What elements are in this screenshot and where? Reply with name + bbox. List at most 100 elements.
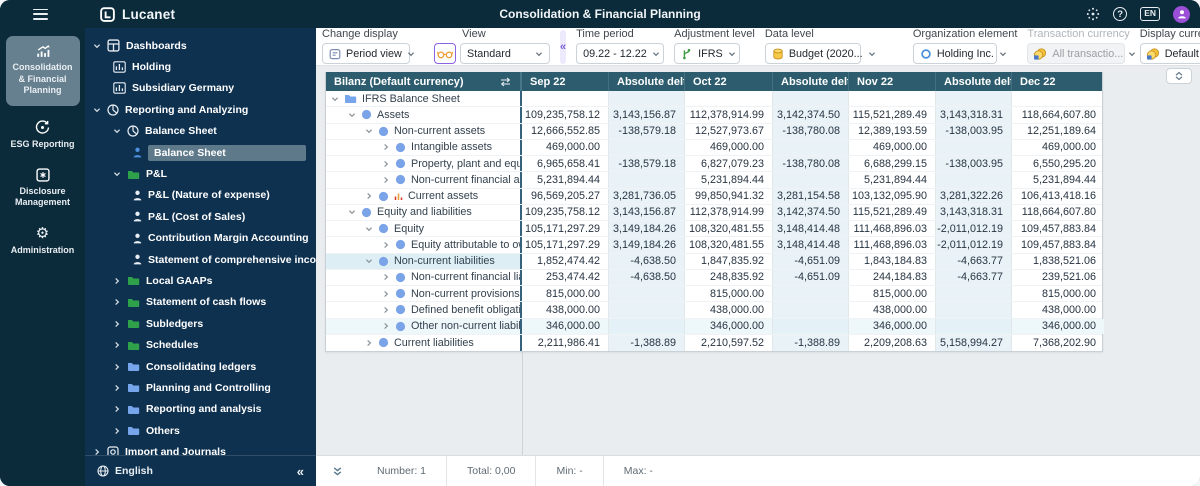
header-cell[interactable]: Oct 22 xyxy=(685,72,773,91)
statusbar-collapse-icon[interactable] xyxy=(316,466,357,477)
cell[interactable]: 5,158,994.27 xyxy=(936,335,1012,351)
chevron-icon[interactable] xyxy=(348,208,359,216)
cell[interactable]: 96,569,205.27 xyxy=(522,189,609,204)
chevron-icon[interactable] xyxy=(113,298,127,306)
chevron-icon[interactable] xyxy=(113,277,127,285)
cell[interactable]: -4,663.77 xyxy=(936,254,1012,269)
cell[interactable]: 3,281,736.05 xyxy=(609,189,685,204)
header-cell[interactable]: Dec 22 xyxy=(1012,72,1104,91)
cell[interactable]: 3,149,184.26 xyxy=(609,221,685,236)
cell[interactable]: 3,142,374.50 xyxy=(773,205,849,220)
chevron-icon[interactable] xyxy=(113,170,127,178)
cell[interactable] xyxy=(773,140,849,155)
cell[interactable]: 3,281,154.58 xyxy=(773,189,849,204)
cell[interactable] xyxy=(609,172,685,187)
cell[interactable] xyxy=(685,91,773,106)
cell[interactable]: 438,000.00 xyxy=(522,302,609,317)
tree-item[interactable]: Balance Sheet xyxy=(85,142,316,163)
cell[interactable]: 815,000.00 xyxy=(1012,286,1104,301)
tree-item[interactable]: Statement of comprehensive income xyxy=(85,249,316,270)
header-cell[interactable]: Absolute delta xyxy=(936,72,1012,91)
cell[interactable] xyxy=(609,319,685,334)
chevron-icon[interactable] xyxy=(382,143,393,151)
cell[interactable]: -138,003.95 xyxy=(936,124,1012,139)
cell[interactable]: 1,852,474.42 xyxy=(522,254,609,269)
chevron-icon[interactable] xyxy=(113,405,127,413)
tree-item[interactable]: Reporting and analysis xyxy=(85,399,316,420)
cell[interactable]: 106,413,418.16 xyxy=(1012,189,1104,204)
expand-collapse-button[interactable] xyxy=(1166,68,1192,84)
cell[interactable] xyxy=(609,140,685,155)
row-label-cell[interactable]: Equity and liabilities xyxy=(326,205,522,220)
cell[interactable] xyxy=(609,286,685,301)
table-row[interactable]: Assets 109,235,758.12 3,143,156.87 112,3… xyxy=(326,107,1102,123)
header-cell[interactable]: Nov 22 xyxy=(849,72,936,91)
table-row[interactable]: Defined benefit obligations 438,000.00 4… xyxy=(326,302,1102,318)
cell[interactable]: 6,965,658.41 xyxy=(522,156,609,171)
row-label-cell[interactable]: Other non-current liabilities xyxy=(326,319,522,334)
tree-item[interactable]: Subsidiary Germany xyxy=(85,78,316,99)
cell[interactable]: 5,231,894.44 xyxy=(849,172,936,187)
view-select[interactable]: Standard xyxy=(460,43,550,64)
cell[interactable]: 469,000.00 xyxy=(522,140,609,155)
cell[interactable]: 118,664,607.80 xyxy=(1012,107,1104,122)
avatar[interactable] xyxy=(1173,6,1190,23)
table-row[interactable]: Equity attributable to owner... 105,171,… xyxy=(326,237,1102,253)
row-label-cell[interactable]: Equity xyxy=(326,221,522,236)
header-cell[interactable]: Absolute delta xyxy=(773,72,849,91)
cell[interactable]: 12,666,552.85 xyxy=(522,124,609,139)
cell[interactable]: 6,688,299.15 xyxy=(849,156,936,171)
table-row[interactable]: Current assets 96,569,205.27 3,281,736.0… xyxy=(326,189,1102,205)
cell[interactable]: 3,281,322.26 xyxy=(936,189,1012,204)
table-row[interactable]: Non-current financial assets 5,231,894.4… xyxy=(326,172,1102,188)
cell[interactable]: 109,235,758.12 xyxy=(522,107,609,122)
chevron-icon[interactable] xyxy=(113,427,127,435)
row-label-cell[interactable]: Non-current liabilities xyxy=(326,254,522,269)
cell[interactable] xyxy=(773,302,849,317)
cell[interactable]: -2,011,012.19 xyxy=(936,221,1012,236)
view-glasses-button[interactable] xyxy=(434,43,456,64)
cell[interactable] xyxy=(773,91,849,106)
cell[interactable]: 7,368,202.90 xyxy=(1012,335,1104,351)
chevron-icon[interactable] xyxy=(113,341,127,349)
table-row[interactable]: Intangible assets 469,000.00 469,000.00 … xyxy=(326,140,1102,156)
sidebar-item-esg-reporting[interactable]: ESG Reporting xyxy=(6,120,80,151)
table-row[interactable]: IFRS Balance Sheet xyxy=(326,91,1102,107)
tree-item[interactable]: Contribution Margin Accounting xyxy=(85,228,316,249)
chevron-icon[interactable] xyxy=(331,95,342,103)
cell[interactable]: 105,171,297.29 xyxy=(522,237,609,252)
cell[interactable]: 2,211,986.41 xyxy=(522,335,609,351)
cell[interactable]: 438,000.00 xyxy=(685,302,773,317)
row-label-cell[interactable]: Equity attributable to owner... xyxy=(326,237,522,252)
table-row[interactable]: Non-current assets 12,666,552.85 -138,57… xyxy=(326,124,1102,140)
table-row[interactable]: Non-current financial liabili... 253,474… xyxy=(326,270,1102,286)
cell[interactable] xyxy=(849,91,936,106)
table-row[interactable]: Current liabilities 2,211,986.41 -1,388.… xyxy=(326,335,1102,351)
cell[interactable]: 3,143,318.31 xyxy=(936,107,1012,122)
cell[interactable]: 115,521,289.49 xyxy=(849,107,936,122)
cell[interactable]: -1,388.89 xyxy=(773,335,849,351)
cell[interactable]: 108,320,481.55 xyxy=(685,221,773,236)
cell[interactable]: 815,000.00 xyxy=(685,286,773,301)
cell[interactable]: -138,780.08 xyxy=(773,124,849,139)
cell[interactable]: 12,251,189.64 xyxy=(1012,124,1104,139)
cell[interactable]: 118,664,607.80 xyxy=(1012,205,1104,220)
cell[interactable]: 3,143,156.87 xyxy=(609,107,685,122)
collapse-panel-button[interactable]: « xyxy=(297,464,304,479)
cell[interactable] xyxy=(609,302,685,317)
row-label-cell[interactable]: Non-current financial assets xyxy=(326,172,522,187)
cell[interactable]: 815,000.00 xyxy=(522,286,609,301)
row-label-cell[interactable]: Non-current provisions xyxy=(326,286,522,301)
cell[interactable]: 103,132,095.90 xyxy=(849,189,936,204)
cell[interactable]: 3,143,318.31 xyxy=(936,205,1012,220)
cell[interactable]: 438,000.00 xyxy=(849,302,936,317)
cell[interactable] xyxy=(609,91,685,106)
chevron-icon[interactable] xyxy=(365,225,376,233)
cell[interactable]: -138,579.18 xyxy=(609,124,685,139)
chevron-icon[interactable] xyxy=(93,42,107,50)
cell[interactable]: 6,827,079.23 xyxy=(685,156,773,171)
cell[interactable]: 3,142,374.50 xyxy=(773,107,849,122)
cell[interactable]: 2,209,208.63 xyxy=(849,335,936,351)
row-label-cell[interactable]: IFRS Balance Sheet xyxy=(326,91,522,106)
cell[interactable]: 112,378,914.99 xyxy=(685,205,773,220)
